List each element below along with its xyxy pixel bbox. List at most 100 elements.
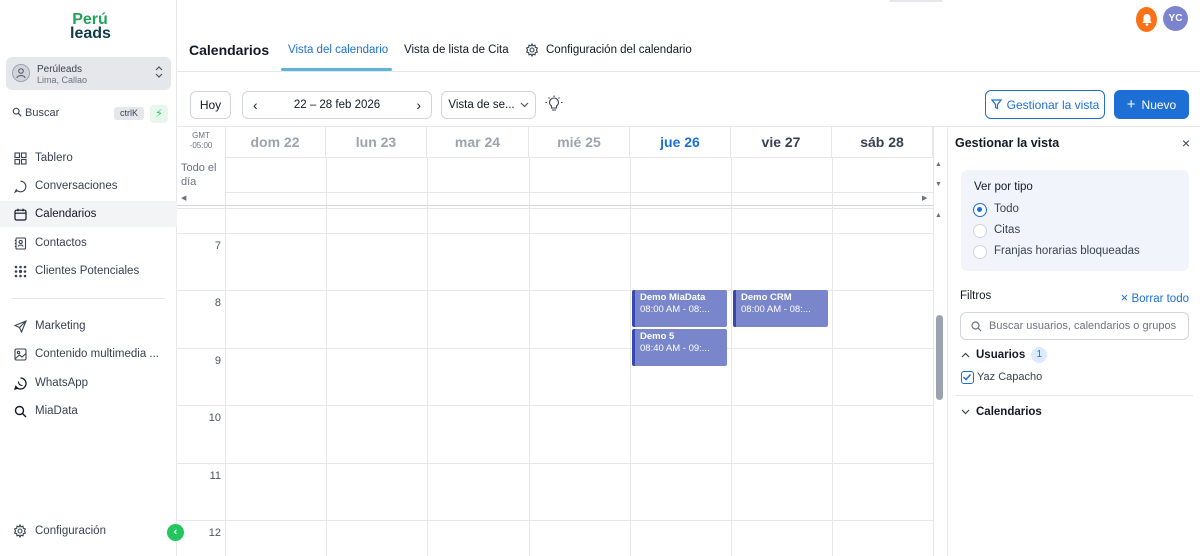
sidebar-item-contenido-multimedia[interactable]: Contenido multimedia ... <box>0 341 177 367</box>
page-title: Calendarios <box>189 42 270 58</box>
view-selector-label: Vista de se... <box>448 99 515 111</box>
clear-all-label: Borrar todo <box>1131 293 1189 305</box>
leads-icon <box>12 263 28 279</box>
brand-logo[interactable]: Perú leads <box>70 12 111 42</box>
event-title: Demo CRM <box>741 292 792 303</box>
event-time: 08:00 AM - 08:... <box>640 304 710 315</box>
sidebar-item-conversaciones[interactable]: Conversaciones <box>0 173 177 199</box>
scroll-down-icon[interactable]: ▼ <box>935 181 942 188</box>
sidebar-item-tablero[interactable]: Tablero <box>0 145 177 171</box>
date-range-navigator: ‹ 22 – 28 feb 2026 › <box>242 91 432 119</box>
sidebar-item-label: Contactos <box>35 237 87 249</box>
quick-action-bolt-icon[interactable]: ⚡ <box>150 105 168 123</box>
timezone-label: GMT -05:00 <box>177 131 225 151</box>
event-title: Demo 5 <box>640 331 675 342</box>
search-shortcut: ctrlK <box>114 107 144 120</box>
page-header: Calendarios Vista del calendario Vista d… <box>177 30 1200 72</box>
event-demo-miadata[interactable]: Demo MiaData 08:00 AM - 08:... <box>632 290 727 327</box>
user-name: Yaz Capacho <box>977 371 1043 383</box>
scroll-up-icon[interactable]: ▲ <box>935 161 942 168</box>
event-time: 08:40 AM - 09:... <box>640 343 710 354</box>
manage-view-panel: Gestionar la vista × Ver por tipo Todo C… <box>947 126 1200 556</box>
close-icon[interactable]: × <box>1182 135 1190 151</box>
dashboard-icon <box>12 150 28 166</box>
tab-configuracion-calendario[interactable]: Configuración del calendario <box>525 43 692 57</box>
account-chevron-icon <box>155 65 163 81</box>
user-checkbox[interactable] <box>961 371 974 384</box>
date-range-label: 22 – 28 feb 2026 <box>293 99 381 111</box>
account-avatar-icon <box>12 64 30 82</box>
clear-all-button[interactable]: × Borrar todo <box>1121 290 1189 305</box>
filter-search-input[interactable]: Buscar usuarios, calendarios o grupos <box>960 312 1189 340</box>
day-header-wed[interactable]: mié 25 <box>529 127 630 158</box>
sidebar-item-miadata[interactable]: MiaData <box>0 398 177 424</box>
sidebar-item-whatsapp[interactable]: WhatsApp <box>0 370 177 396</box>
sidebar-item-contactos[interactable]: Contactos <box>0 230 177 256</box>
whatsapp-icon <box>12 375 28 391</box>
filters-title: Filtros <box>960 290 992 302</box>
day-header-thu[interactable]: jue 26 <box>630 127 731 158</box>
chevron-down-icon <box>520 102 529 108</box>
today-button[interactable]: Hoy <box>190 91 231 119</box>
view-by-type-box: Ver por tipo Todo Citas Franjas horarias… <box>961 170 1189 271</box>
scroll-right-icon[interactable]: ▶ <box>922 194 927 202</box>
view-by-type-title: Ver por tipo <box>974 181 1033 193</box>
users-count-badge: 1 <box>1031 347 1048 363</box>
hour-label: 10 <box>208 412 221 424</box>
sidebar-item-label: MiaData <box>35 405 78 417</box>
day-header-sun[interactable]: dom 22 <box>225 127 326 158</box>
chevron-up-icon <box>961 352 970 358</box>
hour-label: 11 <box>209 470 221 482</box>
sidebar-search[interactable]: Buscar ctrlK <box>6 104 144 123</box>
radio-citas[interactable] <box>973 224 987 238</box>
sidebar-item-label: Marketing <box>35 320 86 332</box>
hour-label: 12 <box>208 527 221 539</box>
search-icon <box>12 403 28 419</box>
top-scroll-indicator <box>890 0 942 2</box>
day-header-mon[interactable]: lun 23 <box>326 127 427 158</box>
image-icon <box>12 346 28 362</box>
tab-vista-calendario[interactable]: Vista del calendario <box>288 44 388 56</box>
sidebar-item-clientes-potenciales[interactable]: Clientes Potenciales <box>0 258 177 284</box>
users-section-toggle[interactable]: Usuarios 1 <box>961 347 1048 363</box>
user-avatar[interactable]: YC <box>1163 6 1188 31</box>
sidebar-item-label: Contenido multimedia ... <box>35 348 160 360</box>
day-header-tue[interactable]: mar 24 <box>427 127 529 158</box>
account-name: Perúleads <box>37 64 83 75</box>
account-switcher[interactable]: Perúleads Lima, Callao <box>6 57 171 90</box>
grid-scrollbar-thumb[interactable] <box>936 315 943 400</box>
contacts-icon <box>12 235 28 251</box>
day-header-sat[interactable]: sáb 28 <box>832 127 933 158</box>
radio-label-citas: Citas <box>994 224 1021 236</box>
event-demo-crm[interactable]: Demo CRM 08:00 AM - 08:... <box>733 290 828 327</box>
calendar-week-grid: GMT -05:00 dom 22 lun 23 mar 24 mié 25 j… <box>177 126 947 556</box>
calendar-icon <box>12 206 28 222</box>
grid-scroll-up-icon[interactable]: ▲ <box>935 212 942 219</box>
view-selector[interactable]: Vista de se... <box>441 91 536 119</box>
prev-week-button[interactable]: ‹ <box>253 97 258 113</box>
new-button[interactable]: + Nuevo <box>1114 90 1189 119</box>
radio-todo[interactable] <box>973 203 987 217</box>
sidebar-item-calendarios[interactable]: Calendarios <box>0 201 177 227</box>
lightbulb-icon[interactable] <box>545 95 563 113</box>
hour-label: 7 <box>214 240 221 252</box>
sidebar-item-label: Clientes Potenciales <box>35 265 140 277</box>
notifications-bell-icon[interactable] <box>1136 7 1157 32</box>
calendars-section-toggle[interactable]: Calendarios <box>961 406 1042 418</box>
radio-label-todo: Todo <box>994 203 1019 215</box>
event-title: Demo MiaData <box>640 292 706 303</box>
event-demo-5[interactable]: Demo 5 08:40 AM - 09:... <box>632 329 727 366</box>
sidebar-item-label: Tablero <box>35 152 73 164</box>
sidebar-item-configuracion[interactable]: Configuración <box>0 518 177 544</box>
tab-vista-lista-cita[interactable]: Vista de lista de Cita <box>404 44 509 56</box>
scroll-left-icon[interactable]: ◀ <box>181 194 186 202</box>
filter-search-placeholder: Buscar usuarios, calendarios o grupos <box>989 320 1177 332</box>
next-week-button[interactable]: › <box>416 97 421 113</box>
manage-view-button[interactable]: Gestionar la vista <box>985 90 1105 119</box>
day-header-fri[interactable]: vie 27 <box>731 127 832 158</box>
search-icon <box>971 321 982 332</box>
hour-label: 9 <box>214 355 221 367</box>
radio-franjas[interactable] <box>973 245 987 259</box>
sidebar-item-marketing[interactable]: Marketing <box>0 313 177 339</box>
timezone-offset: -05:00 <box>189 141 213 150</box>
